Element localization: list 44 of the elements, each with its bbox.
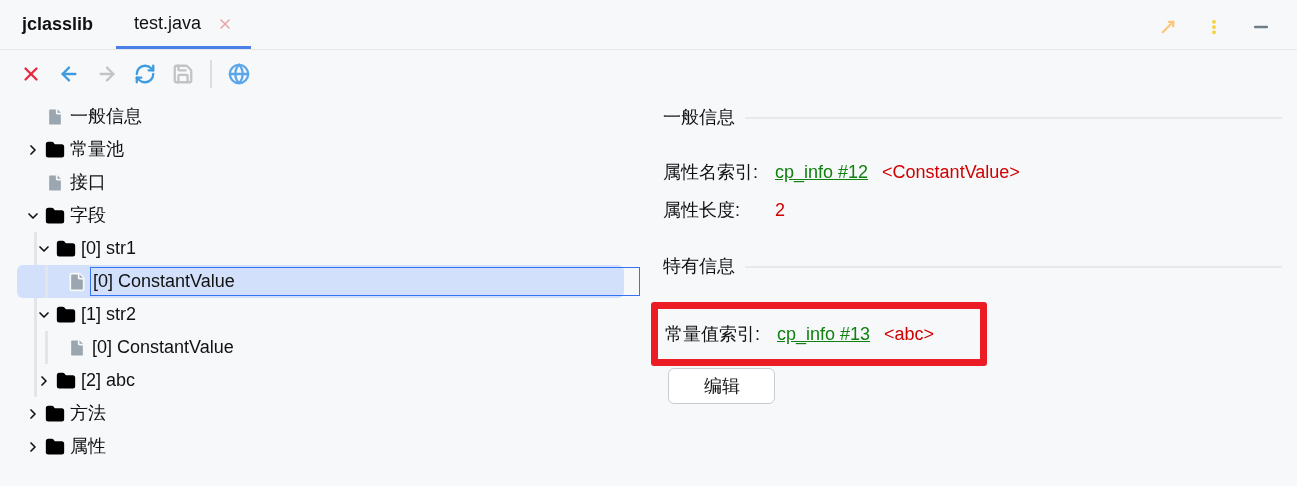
- constant-pool-link[interactable]: cp_info #12: [775, 158, 869, 186]
- section-title: 特有信息: [663, 255, 735, 278]
- tree-label: 方法: [69, 402, 107, 425]
- tree-row[interactable]: [0] str1: [17, 232, 624, 265]
- tree-row[interactable]: [1] str2: [17, 298, 624, 331]
- tree-label: 一般信息: [69, 105, 143, 128]
- app-title: jclasslib: [22, 13, 94, 36]
- constant-pool-link[interactable]: cp_info #13: [777, 320, 871, 348]
- tree-row[interactable]: 常量池: [17, 133, 624, 166]
- tree-label: 字段: [69, 204, 107, 227]
- tree-row[interactable]: [0] ConstantValue: [17, 331, 624, 364]
- field-label: 属性长度:: [663, 198, 741, 222]
- refresh-icon[interactable]: [134, 63, 156, 85]
- folder-icon: [45, 436, 65, 457]
- folder-icon: [56, 238, 76, 259]
- field-label: 常量值索引:: [665, 322, 761, 346]
- field-label: 属性名索引:: [663, 160, 759, 184]
- tree-row[interactable]: 一般信息: [17, 100, 624, 133]
- tree-label: 属性: [69, 435, 107, 458]
- field-value: <abc>: [884, 322, 935, 346]
- tree-row[interactable]: 方法: [17, 397, 624, 430]
- tree-row[interactable]: 字段: [17, 199, 624, 232]
- tree-label: [0] ConstantValue: [91, 336, 235, 359]
- folder-icon: [45, 403, 65, 424]
- field-value: <ConstantValue>: [882, 160, 1020, 184]
- folder-icon: [56, 370, 76, 391]
- edit-button[interactable]: 编辑: [668, 368, 775, 404]
- document-icon: [67, 271, 87, 292]
- tree-label: [1] str2: [80, 303, 138, 326]
- globe-icon[interactable]: [228, 63, 250, 85]
- tree-row[interactable]: [2] abc: [17, 364, 624, 397]
- file-tab[interactable]: test.java: [116, 10, 252, 49]
- tree-label: [0] ConstantValue: [90, 267, 640, 296]
- tree-label: [2] abc: [80, 369, 137, 392]
- field-value: 2: [775, 198, 785, 222]
- tree-label: [0] str1: [80, 237, 138, 260]
- tree-row[interactable]: 接口: [17, 166, 624, 199]
- folder-icon: [45, 205, 65, 226]
- folder-icon: [56, 304, 76, 325]
- tree-row[interactable]: 属性: [17, 430, 624, 463]
- tree-label: 常量池: [69, 138, 125, 161]
- folder-icon: [45, 139, 65, 160]
- tree-label: 接口: [69, 171, 107, 194]
- section-title: 一般信息: [663, 106, 735, 129]
